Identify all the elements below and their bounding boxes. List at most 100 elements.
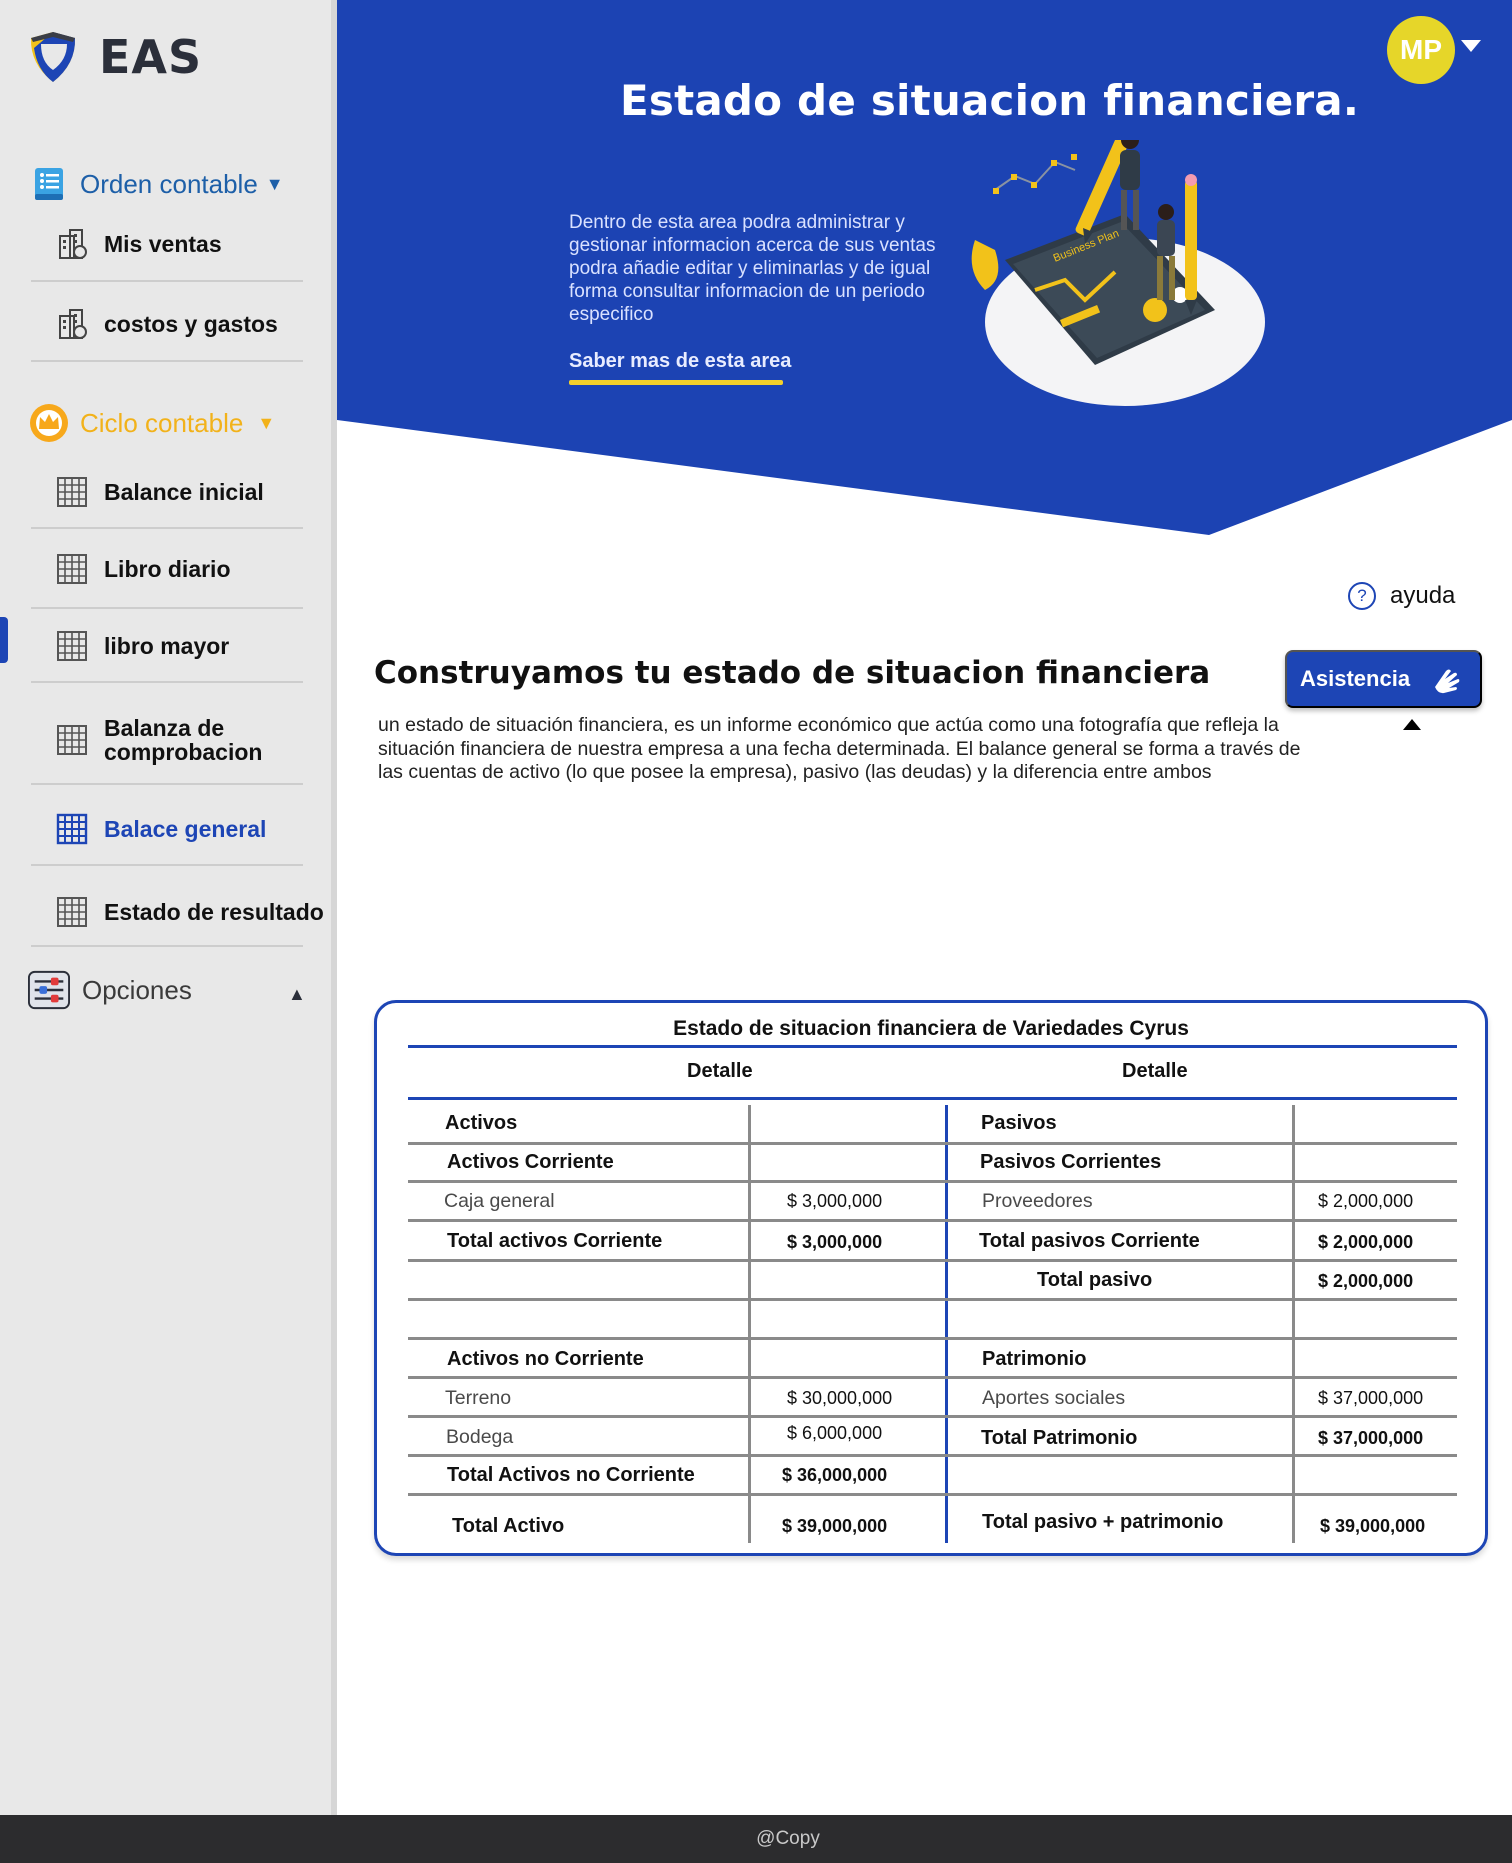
- building-icon: [59, 309, 87, 339]
- sidebar-item-label: Balance inicial: [104, 478, 264, 505]
- terreno-value: $ 30,000,000: [787, 1388, 893, 1408]
- grid-icon: [56, 813, 88, 845]
- column-divider: [748, 1105, 751, 1543]
- page-heading: Construyamos tu estado de situacion fina…: [374, 655, 1211, 691]
- right-header: Detalle: [1122, 1060, 1188, 1082]
- learn-more-link[interactable]: Saber mas de esta area: [569, 350, 791, 373]
- section-ciclo-label: Ciclo contable: [80, 407, 244, 438]
- grid-icon: [57, 631, 87, 661]
- total-patrimonio-value: $ 37,000,000: [1318, 1428, 1424, 1448]
- row-divider: [408, 1259, 1457, 1262]
- caret-up-icon: [1403, 719, 1421, 730]
- row-divider: [408, 1180, 1457, 1183]
- link-underline: [569, 380, 783, 385]
- sidebar-item-label-line1: Balanza de: [104, 715, 225, 741]
- sidebar-item-label: Mis ventas: [104, 230, 222, 257]
- total-pasivos-corriente-label: Total pasivos Corriente: [979, 1230, 1200, 1252]
- title-divider: [408, 1045, 1457, 1048]
- activos-no-corriente-label: Activos no Corriente: [447, 1348, 644, 1370]
- pasivos-label: Pasivos: [981, 1112, 1057, 1134]
- sidebar-item-balanza-comprobacion[interactable]: Balanza de comprobacion: [56, 716, 262, 764]
- question-circle-icon: ?: [1348, 582, 1376, 610]
- sidebar-item-costos-gastos[interactable]: costos y gastos: [56, 308, 278, 340]
- list-document-icon: [28, 164, 70, 204]
- activos-label: Activos: [445, 1112, 518, 1134]
- row-divider: [408, 1337, 1457, 1340]
- user-avatar[interactable]: MP: [1387, 16, 1455, 84]
- chevron-down-icon[interactable]: ▼: [266, 174, 284, 195]
- total-pasivo-patrimonio-value: $ 39,000,000: [1320, 1516, 1426, 1536]
- grid-icon: [57, 897, 87, 927]
- bodega-label: Bodega: [446, 1426, 514, 1448]
- pasivos-corrientes-label: Pasivos Corrientes: [980, 1151, 1162, 1173]
- sidebar: EAS Orden contable ▼ Mis ventas costos y…: [0, 0, 337, 1815]
- total-activos-corriente-label: Total activos Corriente: [447, 1230, 663, 1252]
- assist-button-label: Asistencia: [1300, 666, 1411, 691]
- grid-icon: [57, 477, 87, 507]
- row-divider: [408, 1415, 1457, 1418]
- section-opciones[interactable]: Opciones ▲: [28, 970, 306, 1010]
- sidebar-item-label: Balanza de comprobacion: [104, 716, 262, 764]
- sidebar-item-label: libro mayor: [104, 632, 230, 659]
- banner-title: Estado de situacion financiera.: [620, 76, 1360, 125]
- total-pasivo-patrimonio-label: Total pasivo + patrimonio: [982, 1511, 1224, 1533]
- row-divider: [408, 1298, 1457, 1301]
- intro-text: un estado de situación financiera, es un…: [378, 714, 1301, 783]
- sidebar-item-balance-inicial[interactable]: Balance inicial: [56, 476, 264, 508]
- patrimonio-label: Patrimonio: [982, 1348, 1087, 1370]
- divider: [31, 360, 303, 362]
- header-divider: [408, 1097, 1457, 1100]
- sliders-icon: [28, 970, 70, 1010]
- sidebar-item-label: costos y gastos: [104, 310, 278, 337]
- sidebar-item-mis-ventas[interactable]: Mis ventas: [56, 228, 222, 260]
- sidebar-item-label: Libro diario: [104, 555, 231, 582]
- assist-button[interactable]: Asistencia: [1285, 650, 1482, 708]
- total-patrimonio-label: Total Patrimonio: [981, 1427, 1138, 1449]
- section-ciclo-contable[interactable]: Ciclo contable ▼: [28, 403, 275, 443]
- total-activos-no-corriente-value: $ 36,000,000: [782, 1465, 888, 1485]
- sidebar-item-label-line2: comprobacion: [104, 739, 263, 765]
- total-activo-value: $ 39,000,000: [782, 1516, 888, 1536]
- chevron-down-icon[interactable]: ▼: [257, 413, 275, 434]
- sidebar-item-libro-diario[interactable]: Libro diario: [56, 553, 231, 585]
- total-pasivos-corriente-value: $ 2,000,000: [1318, 1232, 1414, 1252]
- total-pasivo-label: Total pasivo: [1037, 1269, 1153, 1291]
- financial-statement-card: Estado de situacion financiera de Varied…: [374, 1000, 1488, 1556]
- sidebar-item-libro-mayor[interactable]: libro mayor: [56, 630, 229, 662]
- total-activo-label: Total Activo: [452, 1515, 565, 1537]
- divider: [31, 527, 303, 529]
- statement-title: Estado de situacion financiera de Varied…: [673, 1017, 1189, 1040]
- caja-general-value: $ 3,000,000: [787, 1191, 883, 1211]
- building-icon: [59, 229, 87, 259]
- grid-icon: [57, 725, 87, 755]
- terreno-label: Terreno: [445, 1387, 512, 1409]
- sidebar-item-estado-resultado[interactable]: Estado de resultado: [56, 896, 324, 928]
- proveedores-value: $ 2,000,000: [1318, 1191, 1414, 1211]
- hero-banner: Estado de situacion financiera. Dentro d…: [337, 0, 1512, 540]
- help-link[interactable]: ? ayuda: [1348, 582, 1455, 610]
- divider: [31, 945, 303, 947]
- sidebar-item-balace-general[interactable]: Balace general: [56, 813, 266, 845]
- section-orden-contable[interactable]: Orden contable ▼: [28, 164, 284, 204]
- footer-text: @Copy: [756, 1828, 820, 1849]
- row-divider: [408, 1493, 1457, 1496]
- chevron-down-icon[interactable]: [1461, 40, 1481, 52]
- total-activos-no-corriente-label: Total Activos no Corriente: [447, 1464, 695, 1486]
- brand[interactable]: EAS: [27, 30, 202, 84]
- chevron-up-icon[interactable]: ▲: [288, 984, 306, 1005]
- row-divider: [408, 1454, 1457, 1457]
- divider: [31, 783, 303, 785]
- total-activos-corriente-value: $ 3,000,000: [787, 1232, 883, 1252]
- active-marker: [0, 617, 8, 663]
- crown-icon: [28, 403, 70, 443]
- bodega-value: $ 6,000,000: [787, 1423, 883, 1443]
- grid-icon: [57, 554, 87, 584]
- sidebar-item-label: Estado de resultado: [104, 898, 324, 925]
- row-divider: [408, 1142, 1457, 1145]
- left-header: Detalle: [687, 1060, 753, 1082]
- row-divider: [408, 1219, 1457, 1222]
- caja-general-label: Caja general: [444, 1190, 555, 1212]
- business-plan-illustration: Business Plan: [971, 140, 1265, 406]
- brand-name: EAS: [99, 30, 203, 84]
- proveedores-label: Proveedores: [982, 1190, 1093, 1212]
